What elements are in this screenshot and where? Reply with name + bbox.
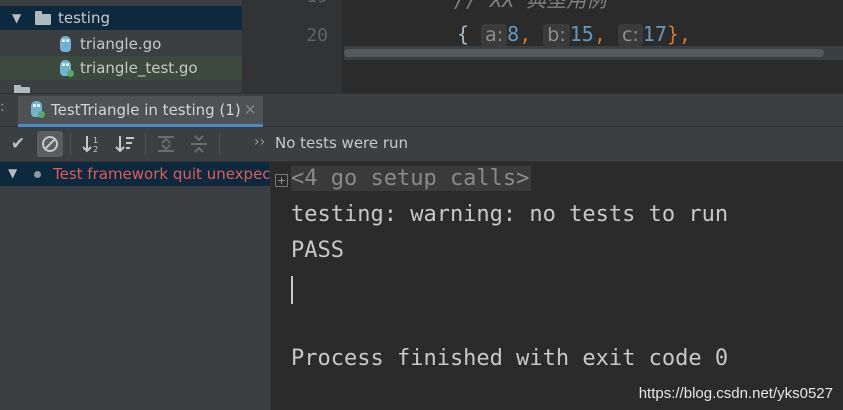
scrollbar-thumb[interactable] — [344, 49, 824, 57]
toolbar-separator — [70, 133, 71, 155]
tree-item-label: triangle.go — [80, 35, 162, 53]
console-line: testing: warning: no tests to run — [291, 202, 729, 227]
check-icon: ✔ — [10, 134, 26, 154]
code-close: }, — [666, 22, 691, 46]
go-test-run-icon — [31, 101, 45, 118]
test-tree-item-label: Test framework quit unexpect — [53, 165, 270, 183]
expand-fold-icon[interactable]: + — [275, 174, 288, 187]
folded-setup-calls[interactable]: <4 go setup calls> — [291, 166, 532, 191]
code-brace: { — [457, 22, 470, 46]
console-line: PASS — [291, 238, 344, 263]
param-hint-c: c: — [617, 24, 643, 46]
svg-text:2: 2 — [93, 145, 98, 154]
header-colon: : — [0, 99, 5, 115]
run-tool-window-header: : TestTriangle in testing (1) × — [0, 93, 843, 127]
tree-item-label: triangle_test.go — [80, 59, 198, 77]
tree-item-label: testing — [58, 9, 111, 27]
go-file-icon — [60, 36, 71, 52]
go-test-file-icon — [60, 60, 74, 77]
console-line: Process finished with exit code 0 — [291, 346, 729, 371]
code-comment: // XX 典型用例 — [454, 0, 607, 12]
svg-text:1: 1 — [93, 136, 98, 145]
show-passed-button[interactable]: ✔ — [5, 131, 31, 157]
project-tree: ▼ testing triangle.go triangle_test.go — [0, 0, 242, 93]
test-tree-item[interactable]: ▼ Test framework quit unexpect — [0, 162, 270, 186]
text-caret — [291, 276, 293, 304]
tree-item-triangle-test-go[interactable]: triangle_test.go — [0, 56, 242, 80]
close-tab-icon[interactable]: × — [244, 100, 257, 118]
collapse-all-icon — [191, 135, 207, 153]
value-a: 8 — [507, 22, 520, 46]
run-tab-testtriangle[interactable]: TestTriangle in testing (1) × — [18, 96, 263, 127]
tree-item-partial — [12, 85, 102, 93]
folder-icon — [35, 11, 51, 25]
stop-icon — [42, 136, 58, 152]
test-status-dot-icon — [34, 171, 41, 178]
code-line-20: { a: 8, b: 15, c: 17}, — [457, 22, 691, 46]
sort-duration-icon — [115, 136, 134, 153]
value-c: 17 — [642, 22, 667, 46]
line-number: 19 — [306, 0, 328, 7]
show-ignored-button[interactable] — [37, 131, 63, 157]
run-tab-label: TestTriangle in testing (1) — [51, 101, 241, 119]
expand-all-icon — [158, 136, 174, 152]
toolbar-separator — [219, 133, 220, 155]
sort-by-duration-button[interactable] — [112, 131, 138, 157]
value-b: 15 — [569, 22, 594, 46]
status-arrow-icon: ›› — [254, 134, 266, 150]
collapse-all-button[interactable] — [186, 131, 212, 157]
console-output[interactable]: + <4 go setup calls> testing: warning: n… — [271, 162, 843, 410]
test-status-text: No tests were run — [275, 134, 409, 152]
expand-arrow-icon[interactable]: ▼ — [8, 166, 17, 180]
sort-alpha-icon: 1 2 — [82, 136, 98, 154]
sort-alphabetically-button[interactable]: 1 2 — [79, 131, 105, 157]
run-toolbar: ✔ 1 2 ›› No tests were run — [0, 127, 843, 162]
comma: , — [519, 22, 532, 46]
code-editor[interactable]: 19 20 // XX 典型用例 { a:8, b:15, c:17}, — [242, 0, 843, 93]
comma: , — [593, 22, 606, 46]
param-hint-b: b: — [543, 24, 570, 46]
horizontal-scrollbar[interactable] — [344, 46, 843, 60]
expand-all-button[interactable] — [153, 131, 179, 157]
line-number-gutter: 19 20 — [242, 0, 342, 93]
tree-item-testing-folder[interactable]: ▼ testing — [0, 6, 242, 30]
expand-arrow-icon[interactable]: ▼ — [12, 6, 21, 30]
tree-item-triangle-go[interactable]: triangle.go — [0, 32, 242, 56]
watermark: https://blog.csdn.net/yks0527 — [638, 385, 833, 402]
test-results-tree: ▼ Test framework quit unexpect — [0, 162, 271, 410]
line-number: 20 — [306, 25, 328, 46]
param-hint-a: a: — [481, 24, 508, 46]
toolbar-separator — [145, 133, 146, 155]
